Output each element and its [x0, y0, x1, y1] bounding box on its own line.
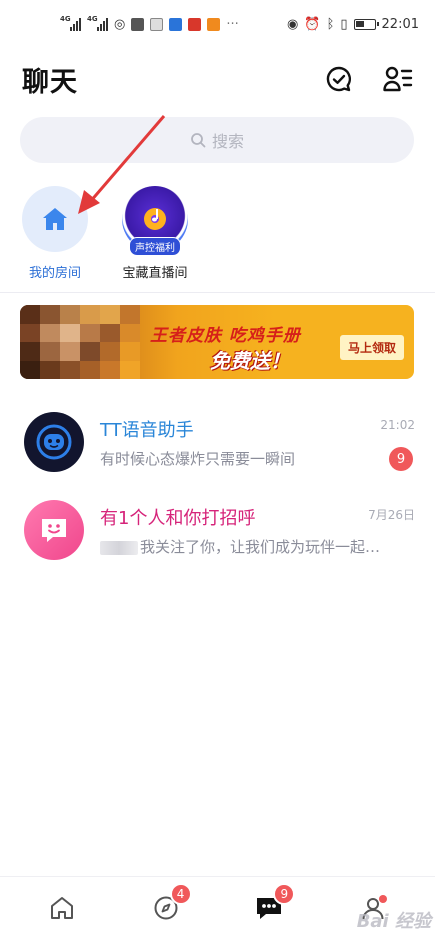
more-notifications-icon: ···	[226, 16, 239, 32]
chat-name: 有1个人和你打招呼	[100, 508, 256, 529]
cctv-notification-icon	[188, 17, 202, 31]
send-notification-icon	[207, 17, 221, 31]
clock: 22:01	[381, 16, 419, 32]
home-tab[interactable]	[32, 883, 92, 933]
chat-time: 21:02	[380, 418, 415, 432]
home-icon	[43, 208, 67, 230]
chat-preview-row: 我关注了你，让我们成为玩伴一起…	[100, 536, 380, 557]
robot-face-icon	[36, 424, 72, 460]
status-right-icons: ◉ ⏰ ᛒ ▯ 22:01	[287, 17, 419, 32]
room-promo-tag: 声控福利	[129, 237, 181, 256]
search-icon	[191, 133, 206, 148]
chat-time: 7月26日	[368, 508, 415, 522]
promo-banner[interactable]: 王者皮肤 吃鸡手册 免费送！ 马上领取	[20, 305, 414, 379]
bottom-tab-bar: 4 9 Bai 经验	[0, 876, 435, 939]
chat-list-item[interactable]: 有1个人和你打招呼 我关注了你，让我们成为玩伴一起… 7月26日	[0, 500, 435, 586]
status-left-icons: 4G 4G ◎ ···	[60, 15, 239, 32]
news-notification-icon	[150, 17, 164, 31]
treasure-live-room-avatar: 声控福利	[122, 186, 188, 256]
vibrate-icon: ▯	[340, 16, 348, 32]
blurred-username	[100, 540, 138, 555]
signal-icon-2: 4G	[87, 15, 108, 31]
search-placeholder: 搜索	[211, 132, 244, 151]
chat-name: TT语音助手	[100, 420, 194, 441]
app-notification-icon	[131, 17, 145, 31]
section-divider	[0, 292, 435, 293]
treasure-live-room-label: 宝藏直播间	[122, 266, 188, 281]
my-room-button[interactable]: 我的房间	[16, 186, 94, 281]
watermark: Bai 经验	[356, 911, 431, 932]
banner-claim-button[interactable]: 马上领取	[339, 335, 404, 360]
contacts-icon[interactable]	[383, 65, 413, 93]
unread-badge: 9	[389, 447, 413, 471]
alarm-icon: ⏰	[304, 16, 321, 32]
chat-preview: 有时候心态爆炸只需要一瞬间	[100, 450, 296, 468]
treasure-live-room-button[interactable]: 声控福利 宝藏直播间	[116, 186, 194, 281]
shield-notification-icon	[169, 17, 183, 31]
music-disc-icon	[144, 208, 166, 230]
banner-image	[20, 305, 140, 379]
search-input[interactable]: 搜索	[20, 117, 414, 163]
greeting-avatar	[24, 500, 84, 560]
signal-icon: 4G	[60, 15, 81, 31]
chat-badge: 9	[273, 883, 296, 905]
banner-subheadline: 免费送！	[210, 349, 290, 373]
smile-message-icon	[42, 519, 66, 542]
home-outline-icon	[50, 897, 73, 919]
chat-tab[interactable]: 9	[239, 883, 299, 933]
chat-check-icon[interactable]	[325, 65, 353, 93]
bluetooth-icon: ᛒ	[326, 16, 335, 32]
header-actions	[325, 65, 413, 93]
my-room-avatar	[22, 186, 88, 252]
my-room-label: 我的房间	[28, 266, 81, 281]
page-title: 聊天	[22, 66, 78, 98]
discover-badge: 4	[169, 883, 192, 905]
discover-tab[interactable]: 4	[136, 883, 196, 933]
eye-icon: ◉	[287, 16, 299, 32]
wifi-hotspot-icon: ◎	[114, 16, 126, 32]
status-bar: 4G 4G ◎ ··· ◉ ⏰ ᛒ ▯ 22:01	[0, 0, 435, 48]
banner-headline: 王者皮肤 吃鸡手册	[150, 326, 301, 346]
room-shortcuts: 我的房间 声控福利 宝藏直播间	[16, 186, 194, 281]
chat-preview: 我关注了你，让我们成为玩伴一起…	[140, 538, 381, 556]
chat-list-item[interactable]: TT语音助手 有时候心态爆炸只需要一瞬间 21:02 9	[0, 412, 435, 498]
tt-assistant-avatar	[24, 412, 84, 472]
battery-icon	[353, 18, 379, 30]
header: 聊天	[0, 52, 435, 106]
